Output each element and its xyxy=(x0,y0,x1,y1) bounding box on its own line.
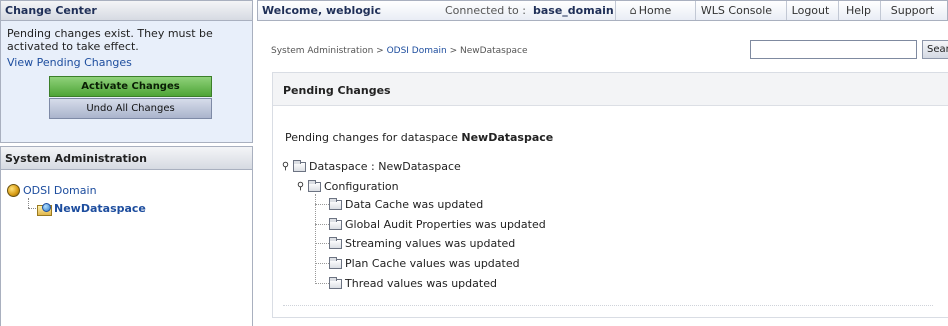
tree-connector xyxy=(315,224,329,225)
page-title: Pending Changes xyxy=(283,84,391,97)
undo-all-changes-button[interactable]: Undo All Changes xyxy=(49,98,212,119)
pending-prefix: Pending changes for dataspace xyxy=(285,131,458,144)
tree-item-label[interactable]: ODSI Domain xyxy=(23,184,97,197)
tree-leaf: Global Audit Properties was updated xyxy=(329,217,546,231)
main-area: Welcome, weblogic Connected to : base_do… xyxy=(257,0,948,326)
view-pending-changes-link[interactable]: View Pending Changes xyxy=(7,56,132,69)
home-label: Home xyxy=(638,4,672,17)
tree-leaf-label: Global Audit Properties was updated xyxy=(345,218,546,231)
pending-changes-panel: Pending Changes Pending changes for data… xyxy=(272,72,948,318)
system-administration-panel: System Administration ODSI Domain NewDat… xyxy=(0,146,253,326)
folder-icon xyxy=(329,256,342,269)
tree-leaf-label: Streaming values was updated xyxy=(345,237,516,250)
folder-icon xyxy=(308,179,321,192)
tree-leaf-label: Data Cache was updated xyxy=(345,198,484,211)
tree-node-label: Dataspace : NewDataspace xyxy=(309,160,461,173)
folder-icon xyxy=(329,236,342,249)
tree-leaf-label: Plan Cache values was updated xyxy=(345,257,520,270)
search-input[interactable] xyxy=(750,40,917,59)
tree-leaf: Data Cache was updated xyxy=(329,197,484,211)
breadcrumb: System Administration > ODSI Domain > Ne… xyxy=(271,46,528,56)
pin-icon: ⚲ xyxy=(296,181,305,192)
activate-changes-button[interactable]: Activate Changes xyxy=(49,76,212,97)
tree-connector xyxy=(315,204,329,205)
tree-leaf: Plan Cache values was updated xyxy=(329,256,520,270)
tree-node-configuration[interactable]: ⚲ Configuration xyxy=(296,179,399,193)
search-button[interactable]: Search xyxy=(922,40,948,59)
logout-link[interactable]: Logout xyxy=(786,1,834,20)
left-sidebar: Change Center Pending changes exist. The… xyxy=(0,0,253,326)
tree-connector xyxy=(315,283,329,284)
tree-connector xyxy=(315,243,329,244)
help-link[interactable]: Help xyxy=(838,1,878,20)
pin-icon: ⚲ xyxy=(281,161,290,172)
globe-icon xyxy=(7,184,20,197)
home-link[interactable]: ⌂ Home xyxy=(615,1,685,20)
folder-icon xyxy=(329,276,342,289)
home-icon: ⌂ xyxy=(629,4,637,17)
pending-changes-header: Pending Changes xyxy=(273,73,948,106)
folder-icon xyxy=(293,159,306,172)
domain-name: base_domain xyxy=(533,4,614,17)
folder-icon xyxy=(329,217,342,230)
breadcrumb-system-admin: System Administration > xyxy=(271,46,384,56)
welcome-text: Welcome, weblogic xyxy=(262,4,381,17)
tree-item-odsi-domain[interactable]: ODSI Domain xyxy=(7,184,97,197)
tree-connector xyxy=(28,198,29,208)
tree-node-dataspace[interactable]: ⚲ Dataspace : NewDataspace xyxy=(281,159,461,173)
dataspace-name: NewDataspace xyxy=(461,131,554,144)
dataspace-icon xyxy=(37,202,52,216)
change-center-title: Change Center xyxy=(0,0,253,21)
tree-leaf: Thread values was updated xyxy=(329,276,497,290)
divider xyxy=(283,305,933,306)
top-bar: Welcome, weblogic Connected to : base_do… xyxy=(257,0,948,21)
breadcrumb-current: > NewDataspace xyxy=(449,46,528,56)
support-link[interactable]: Support xyxy=(880,1,944,20)
connected-label: Connected to : xyxy=(445,4,526,17)
folder-icon xyxy=(329,197,342,210)
tree-connector xyxy=(315,194,316,284)
wls-console-link[interactable]: WLS Console xyxy=(695,1,777,20)
tree-connector xyxy=(28,208,36,209)
tree-leaf-label: Thread values was updated xyxy=(345,277,497,290)
breadcrumb-odsi-domain-link[interactable]: ODSI Domain xyxy=(387,46,447,56)
tree-leaf: Streaming values was updated xyxy=(329,236,516,250)
tree-node-label: Configuration xyxy=(324,180,399,193)
tree-item-label[interactable]: NewDataspace xyxy=(54,202,146,215)
system-administration-title: System Administration xyxy=(0,146,253,170)
change-center-panel: Change Center Pending changes exist. The… xyxy=(0,0,253,143)
tree-item-newdataspace[interactable]: NewDataspace xyxy=(37,202,146,216)
pending-changes-summary: Pending changes for dataspace NewDataspa… xyxy=(285,131,553,144)
pending-changes-message: Pending changes exist. They must be acti… xyxy=(7,27,213,53)
tree-connector xyxy=(315,263,329,264)
